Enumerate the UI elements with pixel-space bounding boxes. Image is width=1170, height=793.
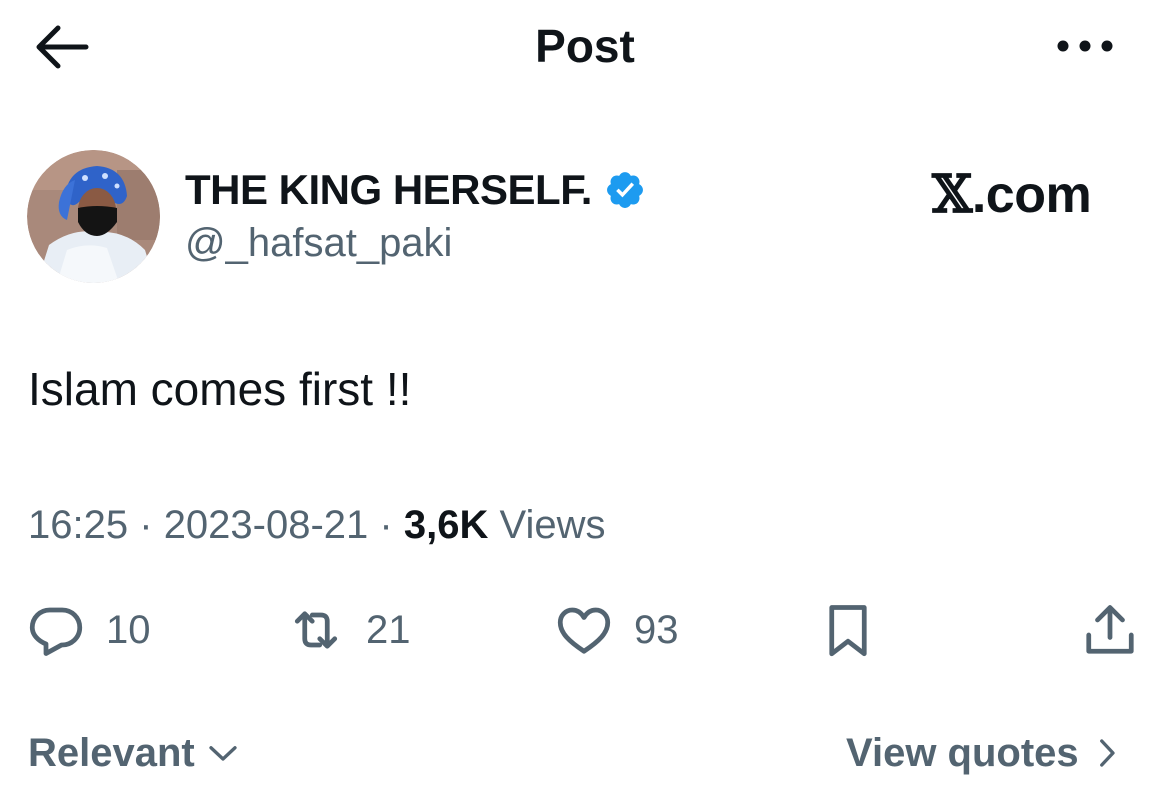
sort-replies-dropdown[interactable]: Relevant — [28, 728, 241, 778]
reply-count: 10 — [106, 607, 151, 652]
x-com-watermark: 𝕏.com — [932, 164, 1092, 225]
post-time[interactable]: 16:25 — [28, 503, 128, 547]
chevron-right-icon — [1099, 739, 1115, 767]
author-display-name: THE KING HERSELF. — [185, 166, 592, 213]
page-title-row: Post — [0, 18, 1170, 74]
chevron-down-icon — [209, 746, 237, 761]
like-button[interactable]: 93 — [554, 598, 679, 662]
post-date[interactable]: 2023-08-21 — [164, 503, 369, 547]
post-meta: 16:25 · 2023-08-21 · 3,6K Views — [28, 503, 605, 548]
view-quotes-label: View quotes — [846, 730, 1079, 775]
like-count: 93 — [634, 607, 679, 652]
x-logo: 𝕏 — [932, 164, 972, 225]
page-title: Post — [535, 20, 635, 72]
heart-icon — [557, 607, 611, 654]
verified-badge-icon — [606, 172, 643, 208]
avatar[interactable] — [27, 150, 160, 283]
repost-icon — [294, 611, 338, 649]
arrow-left-icon — [36, 25, 89, 69]
views-label: Views — [499, 503, 606, 547]
post-text: Islam comes first !! — [28, 363, 412, 415]
author-handle[interactable]: @_hafsat_paki — [185, 221, 452, 266]
back-button[interactable] — [30, 20, 94, 74]
share-button[interactable] — [1080, 598, 1140, 662]
reply-icon — [29, 607, 83, 656]
avatar-image — [27, 150, 160, 283]
repost-button[interactable]: 21 — [286, 598, 411, 662]
bookmark-icon — [829, 605, 867, 657]
meta-separator: · — [379, 503, 393, 547]
more-horizontal-icon — [1057, 40, 1113, 52]
share-icon — [1086, 605, 1134, 654]
reply-button[interactable]: 10 — [26, 598, 151, 662]
sort-label: Relevant — [28, 730, 195, 775]
views-count: 3,6K — [403, 503, 489, 547]
brand-domain: .com — [971, 166, 1092, 224]
author-name-row[interactable]: THE KING HERSELF. — [185, 163, 646, 217]
repost-count: 21 — [366, 607, 411, 652]
meta-separator: · — [139, 503, 153, 547]
view-quotes-link[interactable]: View quotes — [846, 728, 1125, 778]
more-options-button[interactable] — [1050, 26, 1120, 66]
bookmark-button[interactable] — [818, 598, 878, 662]
